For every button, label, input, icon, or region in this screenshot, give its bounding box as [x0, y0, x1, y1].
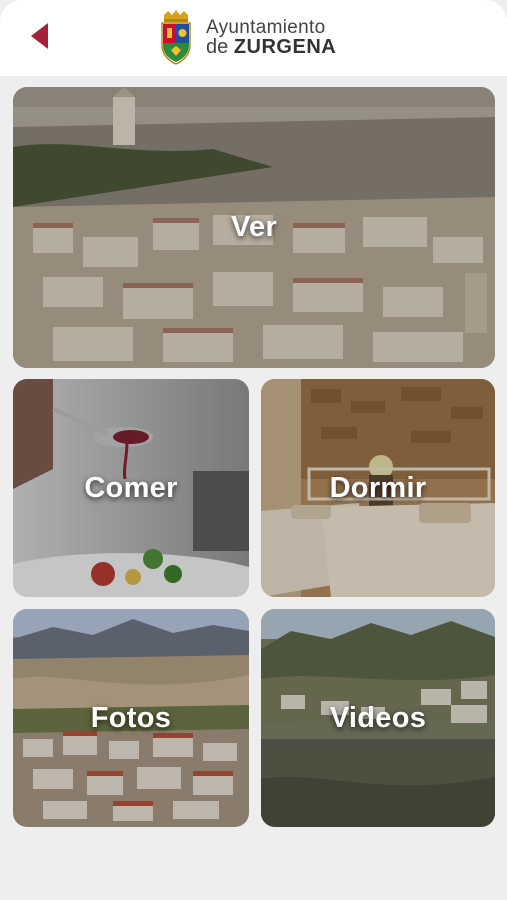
tile-fotos-label: Fotos [90, 701, 172, 734]
tile-comer[interactable]: Comer [13, 379, 249, 597]
tile-fotos[interactable]: Fotos [13, 609, 249, 827]
tile-dormir[interactable]: Dormir [261, 379, 495, 597]
app-header: Ayuntamiento de ZURGENA [0, 0, 507, 76]
tile-comer-label: Comer [84, 471, 178, 504]
tile-ver[interactable]: Ver [13, 87, 495, 368]
tile-ver-label: Ver [230, 211, 278, 243]
brand-line-1: Ayuntamiento [206, 16, 326, 38]
brand-prefix: de [206, 36, 234, 59]
brand-line-2: de ZURGENA [206, 37, 336, 58]
coat-of-arms-icon [161, 10, 191, 65]
tile-videos[interactable]: Videos [261, 609, 495, 827]
ayuntamiento-logo: Ayuntamiento de ZURGENA [158, 8, 336, 68]
tile-videos-label: Videos [329, 701, 427, 734]
back-button[interactable] [22, 18, 58, 54]
brand-town-name: ZURGENA [233, 36, 337, 59]
tile-dormir-label: Dormir [329, 471, 427, 504]
back-arrow-icon[interactable] [28, 21, 52, 51]
